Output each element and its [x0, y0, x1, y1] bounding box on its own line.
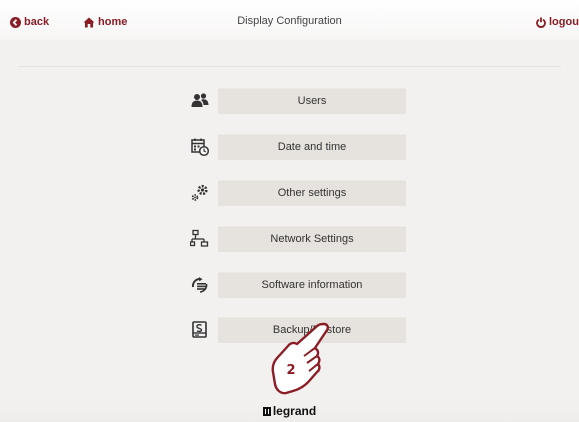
menu-item-label: Other settings [277, 187, 347, 199]
legrand-logo-mark [262, 406, 271, 416]
hand-pointer-icon [271, 322, 329, 395]
legrand-logo: legrand [0, 404, 579, 418]
menu-item-label: Date and time [277, 141, 347, 153]
backup-restore-icon [192, 321, 207, 338]
logout-button[interactable]: logout [536, 15, 579, 29]
users-icon [191, 93, 209, 107]
logout-label: logout [549, 16, 579, 28]
menu-item-label: Users [297, 95, 327, 107]
calendar-clock-icon [191, 138, 210, 157]
menu-item-other-settings[interactable]: Other settings [186, 180, 406, 206]
top-bar: back home Display Configuration logout [0, 0, 579, 40]
menu-item-network-settings[interactable]: Network Settings [186, 226, 406, 252]
brand-name: legrand [272, 404, 317, 418]
page-title: Display Configuration [237, 15, 342, 27]
step-number: 2 [286, 363, 296, 378]
menu-item-label: Software information [261, 279, 363, 291]
menu-item-software-information[interactable]: Software information [186, 272, 406, 298]
software-info-icon [191, 277, 208, 293]
menu-item-users[interactable]: Users [186, 88, 406, 114]
menu-item-label: Network Settings [270, 233, 354, 245]
gears-icon [191, 184, 208, 201]
divider [18, 66, 561, 67]
network-icon [190, 229, 209, 247]
power-icon [536, 17, 546, 28]
menu-item-date-and-time[interactable]: Date and time [186, 134, 406, 160]
